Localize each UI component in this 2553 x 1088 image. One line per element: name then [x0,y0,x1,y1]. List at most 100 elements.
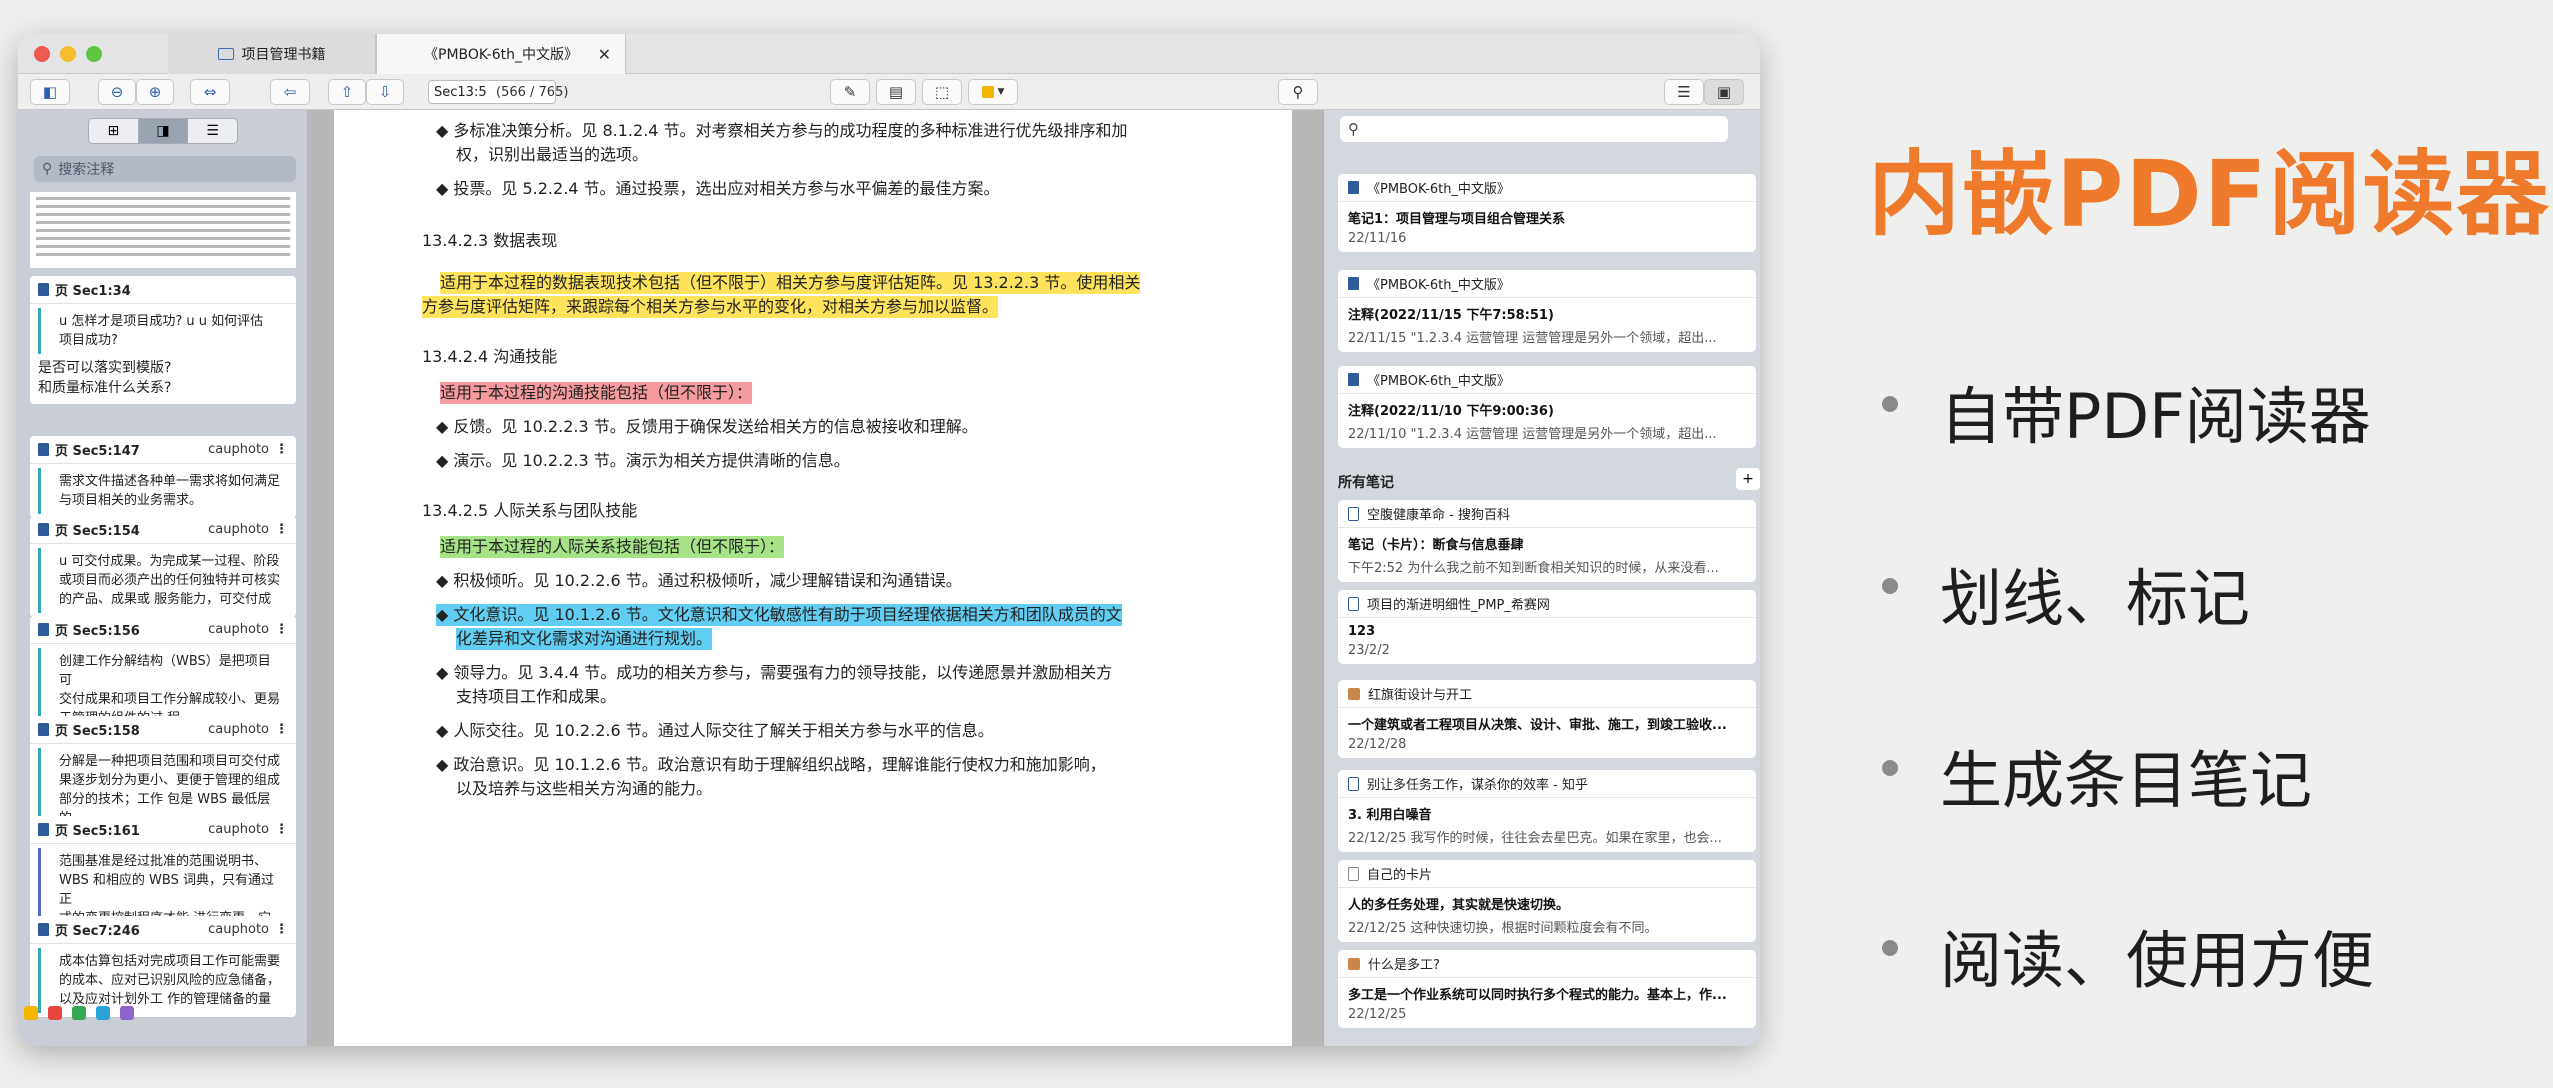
note-card[interactable]: 空腹健康革命 - 搜狗百科 笔记（卡片）：断食与信息垂肆 下午2:52 为什么我… [1338,500,1756,582]
annotation-search-input[interactable]: ⚲ 搜索注释 [34,156,296,182]
note-title: 注释(2022/11/10 下午9:00:36) [1348,404,1554,419]
pen-tool-button[interactable]: ✎ [830,79,870,105]
more-icon[interactable]: ⋮ [275,822,288,837]
annotation-sidebar: ⊞ ◨ ☰ ⚲ 搜索注释 页 Sec1:34 u 怎样才是项目成功? u u 如… [18,110,308,1046]
page-down-button[interactable]: ⇩ [366,79,404,105]
more-icon[interactable]: ⋮ [275,622,288,637]
highlighted-line[interactable]: 适用于本过程的沟通技能包括（但不限于）： [440,382,753,404]
more-icon[interactable]: ⋮ [275,522,288,537]
note-tool-button[interactable]: ▤ [876,79,916,105]
book-icon [1348,277,1359,290]
red-label-swatch[interactable] [48,1006,62,1020]
search-button[interactable]: ⚲ [1278,79,1318,105]
note-card[interactable]: 自己的卡片 人的多任务处理，其实就是快速切换。 22/12/25 这种快速切换，… [1338,860,1756,942]
notes-search-input[interactable]: ⚲ [1340,116,1728,142]
quote-line: 的成本、应对已识别风险的应急储备， [59,973,281,988]
highlighted-line[interactable]: 方参与度评估矩阵，来跟踪每个相关方参与水平的变化，对相关方参与加以监督。 [422,296,999,318]
annotation-view-tab[interactable]: ◨ [138,119,189,143]
highlighted-line[interactable]: ◆ 文化意识。见 10.1.2.6 节。文化意识和文化敏感性有助于项目经理依据相… [436,604,1122,626]
list-view-button[interactable]: ☰ [1664,79,1704,105]
related-note-card[interactable]: 《PMBOK-6th_中文版》 注释(2022/11/15 下午7:58:51)… [1338,270,1756,352]
quote-line: 成本估算包括对完成项目工作可能需要 [59,954,281,969]
card-author: cauphoto [208,722,269,737]
fit-width-button[interactable]: ⇔ [190,79,230,105]
note-meta: 22/11/16 [1348,231,1407,246]
note-card[interactable]: 什么是多工? 多工是一个作业系统可以同时执行多个程式的能力。基本上，作... 2… [1338,950,1756,1028]
highlighted-line[interactable]: 化差异和文化需求对沟通进行规划。 [456,628,713,650]
note-card[interactable]: 别让多任务工作，谋杀你的效率 - 知乎 3. 利用白噪音 22/12/25 我写… [1338,770,1756,852]
highlighted-line[interactable]: 适用于本过程的数据表现技术包括（但不限于）相关方参与度评估矩阵。见 13.2.2… [440,272,1141,294]
search-placeholder: 搜索注释 [58,162,115,178]
outline-view-tab[interactable]: ☰ [188,119,237,143]
select-icon: ⬚ [934,83,950,101]
zoom-in-button[interactable]: ⊕ [136,79,174,105]
annotation-card[interactable]: 页 Sec5:154 cauphoto ⋮ u 可交付成果。为完成某一过程、阶段 或项… [30,516,296,617]
document-icon [38,823,49,836]
green-label-swatch[interactable] [72,1006,86,1020]
document-icon [38,283,49,296]
more-icon[interactable]: ⋮ [275,922,288,937]
notes-panel-icon: ▣ [1716,83,1732,101]
quote-line: 或项目而必须产出的任何独特并可核实 [59,573,281,588]
pdf-page[interactable]: ◆ 多标准决策分析。见 8.1.2.4 节。对考察相关方参与的成功程度的多种标准… [334,110,1292,1046]
text-line: ◆ 投票。见 5.2.2.4 节。通过投票，选出应对相关方参与水平偏差的最佳方案… [436,179,1000,198]
quote-line: 的产品、成果或 服务能力，可交付成 [59,592,272,607]
select-tool-button[interactable]: ⬚ [922,79,962,105]
note-source: 别让多任务工作，谋杀你的效率 - 知乎 [1367,778,1588,793]
note-line: 是否可以落实到模版? [38,360,172,376]
close-window-button[interactable] [34,46,50,62]
slide-bullet: 生成条目笔记 [1940,744,2313,817]
note-card[interactable]: 项目的渐进明细性_PMP_希赛网 123 23/2/2 [1338,590,1756,664]
note-source: 项目的渐进明细性_PMP_希赛网 [1367,598,1550,613]
page-thumbnail[interactable] [30,192,296,268]
add-note-button[interactable]: + [1736,468,1760,490]
tab-label: 《PMBOK-6th_中文版》 [424,47,578,63]
card-author: cauphoto [208,442,269,457]
slide-title: 内嵌PDF阅读器 [1868,141,2551,248]
close-icon[interactable]: ✕ [598,45,611,64]
text-line: ◆ 多标准决策分析。见 8.1.2.4 节。对考察相关方参与的成功程度的多种标准… [436,121,1128,140]
back-button[interactable]: ⇦ [270,79,310,105]
bullet-dot-icon [1882,760,1898,776]
quote-line: 创建工作分解结构（WBS）是把项目可 [59,654,271,688]
minimize-window-button[interactable] [60,46,76,62]
card-quote: u 怎样才是项目成功? u u 如何评估 项目成功? [38,308,290,354]
quote-line: 交付成果和项目工作分解成较小、更易 [59,692,281,707]
quote-line: 项目成功? [59,333,118,348]
document-icon [38,623,49,636]
page-count: (566 / 765) [496,85,569,100]
note-source: 《PMBOK-6th_中文版》 [1367,278,1510,293]
page-up-button[interactable]: ⇧ [328,79,366,105]
card-note: 是否可以落实到模版? 和质量标准什么关系? [30,358,296,404]
color-picker-button[interactable]: ▼ [968,79,1018,105]
annotation-card[interactable]: 页 Sec1:34 u 怎样才是项目成功? u u 如何评估 项目成功? 是否可以… [30,276,296,404]
more-icon[interactable]: ⋮ [275,722,288,737]
tab-pmbok[interactable]: 《PMBOK-6th_中文版》 ✕ [376,34,626,74]
grid-view-tab[interactable]: ⊞ [89,119,139,143]
sidebar-view-switch: ⊞ ◨ ☰ [88,118,238,144]
zoom-out-button[interactable]: ⊖ [98,79,136,105]
related-note-card[interactable]: 《PMBOK-6th_中文版》 笔记1：项目管理与项目组合管理关系 22/11/… [1338,174,1756,252]
card-quote: 成本估算包括对完成项目工作可能需要 的成本、应对已识别风险的应急储备， 以及应对计划… [38,948,290,1013]
note-source: 《PMBOK-6th_中文版》 [1367,374,1510,389]
highlighted-line[interactable]: 适用于本过程的人际关系技能包括（但不限于）： [440,536,785,558]
pdf-viewer[interactable]: ◆ 多标准决策分析。见 8.1.2.4 节。对考察相关方参与的成功程度的多种标准… [308,110,1323,1046]
note-title: 人的多任务处理，其实就是快速切换。 [1348,898,1570,913]
notes-panel-button[interactable]: ▣ [1704,79,1744,105]
tab-project-books[interactable]: 项目管理书籍 [168,34,376,74]
blue-label-swatch[interactable] [96,1006,110,1020]
annotation-card[interactable]: 页 Sec5:147 cauphoto ⋮ 需求文件描述各种单一需求将如何满足 与项目… [30,436,296,518]
quote-line: 需求文件描述各种单一需求将如何满足 [59,474,281,489]
note-card[interactable]: 红旗街设计与开工 一个建筑或者工程项目从决策、设计、审批、施工，到竣工验收...… [1338,680,1756,758]
sidebar-toggle-button[interactable]: ◧ [30,79,70,105]
yellow-label-swatch[interactable] [24,1006,38,1020]
text-line: 支持项目工作和成果。 [456,687,617,706]
purple-label-swatch[interactable] [120,1006,134,1020]
toolbar: ◧ ⊖ ⊕ ⇔ ⇦ ⇧ ⇩ Sec13:5 (566 / 765) ✎ ▤ ⬚ … [18,74,1760,110]
title-bar: 项目管理书籍 《PMBOK-6th_中文版》 ✕ [18,34,1760,74]
page-icon [1348,596,1359,611]
zoom-window-button[interactable] [86,46,102,62]
more-icon[interactable]: ⋮ [275,442,288,457]
annotation-card[interactable]: 页 Sec7:246 cauphoto ⋮ 成本估算包括对完成项目工作可能需要 的成本… [30,916,296,1017]
related-note-card[interactable]: 《PMBOK-6th_中文版》 注释(2022/11/10 下午9:00:36)… [1338,366,1756,448]
